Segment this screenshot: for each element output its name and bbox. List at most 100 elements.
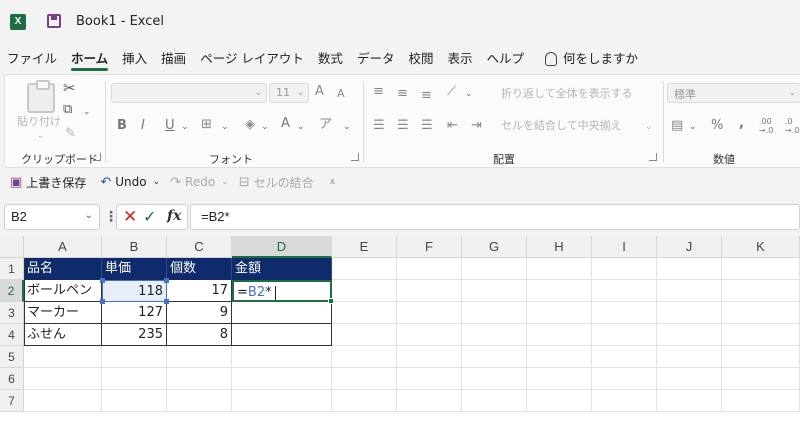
tab-review[interactable]: 校閲 [401, 47, 440, 71]
cell-f3[interactable] [397, 302, 462, 324]
cell-c1[interactable]: 個数 [167, 258, 232, 280]
cell-c4[interactable]: 8 [167, 324, 232, 346]
cell-e1[interactable] [332, 258, 397, 280]
tab-formulas[interactable]: 数式 [311, 47, 350, 71]
cell-b1[interactable]: 単価 [102, 258, 167, 280]
cell-e6[interactable] [332, 368, 397, 390]
row-header-2[interactable]: 2 [0, 280, 24, 302]
increase-indent-icon[interactable]: ⇥ [471, 119, 482, 133]
cell-g6[interactable] [462, 368, 527, 390]
column-header-f[interactable]: F [397, 236, 462, 258]
percent-button[interactable]: % [711, 119, 723, 133]
phonetic-dropdown-icon[interactable]: ⌄ [343, 120, 351, 134]
tab-page-layout[interactable]: ページ レイアウト [193, 47, 311, 71]
cell-d5[interactable] [232, 346, 332, 368]
paste-label[interactable]: 貼り付け [17, 115, 61, 129]
undo-button[interactable]: ↶ Undo ⌄ [100, 175, 160, 190]
font-color-button[interactable]: A [281, 117, 290, 131]
customize-qat-icon[interactable]: ⩡ [330, 177, 336, 188]
copy-icon[interactable]: ⧉ [63, 103, 72, 117]
cell-g1[interactable] [462, 258, 527, 280]
align-right-icon[interactable]: ☰ [421, 119, 433, 133]
cell-i6[interactable] [592, 368, 657, 390]
merge-cells-button[interactable]: ⊟ セルの結合 [239, 174, 314, 191]
cell-h1[interactable] [527, 258, 592, 280]
wrap-text-button[interactable]: 折り返して全体を表示する [501, 87, 633, 101]
cell-e2[interactable] [332, 280, 397, 302]
row-header-7[interactable]: 7 [0, 390, 24, 412]
cell-j5[interactable] [657, 346, 722, 368]
cell-g3[interactable] [462, 302, 527, 324]
cell-h6[interactable] [527, 368, 592, 390]
font-name-dropdown[interactable]: ⌄ [111, 83, 267, 103]
shrink-font-icon[interactable]: A [337, 87, 345, 101]
cell-f4[interactable] [397, 324, 462, 346]
cell-k1[interactable] [722, 258, 800, 280]
undo-dropdown-icon[interactable]: ⌄ [153, 177, 161, 187]
align-bottom-icon[interactable]: ≡ [421, 89, 432, 103]
tab-insert[interactable]: 挿入 [115, 47, 154, 71]
cancel-icon[interactable]: ✕ [123, 207, 137, 227]
save-icon[interactable] [47, 14, 61, 28]
cell-g2[interactable] [462, 280, 527, 302]
fill-color-icon[interactable]: ◈ [245, 118, 255, 132]
column-header-g[interactable]: G [462, 236, 527, 258]
number-format-dropdown[interactable]: 標準 ⌄ [667, 83, 800, 103]
cell-j3[interactable] [657, 302, 722, 324]
row-header-1[interactable]: 1 [0, 258, 24, 280]
column-header-c[interactable]: C [167, 236, 232, 258]
tab-help[interactable]: ヘルプ [479, 47, 531, 71]
decrease-indent-icon[interactable]: ⇤ [447, 119, 458, 133]
cut-icon[interactable]: ✂ [63, 81, 76, 96]
cell-i2[interactable] [592, 280, 657, 302]
worksheet-grid[interactable]: A B C D E F G H I J K 1 2 3 4 5 6 7 品名 単… [0, 236, 800, 421]
tab-view[interactable]: 表示 [440, 47, 479, 71]
column-header-i[interactable]: I [592, 236, 657, 258]
cell-i4[interactable] [592, 324, 657, 346]
align-top-icon[interactable]: ≡ [373, 85, 384, 99]
cell-e5[interactable] [332, 346, 397, 368]
decrease-decimal-button[interactable]: .0 →.00 [785, 117, 800, 135]
cell-h7[interactable] [527, 390, 592, 412]
copy-dropdown-icon[interactable]: ⌄ [83, 105, 91, 119]
cell-k4[interactable] [722, 324, 800, 346]
cell-k5[interactable] [722, 346, 800, 368]
font-size-dropdown[interactable]: 11 ⌄ [269, 83, 309, 103]
cell-k3[interactable] [722, 302, 800, 324]
cell-g4[interactable] [462, 324, 527, 346]
cell-a6[interactable] [24, 368, 102, 390]
borders-dropdown-icon[interactable]: ⌄ [221, 120, 229, 134]
cell-b6[interactable] [102, 368, 167, 390]
underline-button[interactable]: U [165, 119, 175, 133]
merge-center-button[interactable]: セルを結合して中央揃え [501, 119, 622, 133]
phonetic-icon[interactable]: ア [319, 118, 332, 132]
cell-c5[interactable] [167, 346, 232, 368]
accounting-format-icon[interactable]: ▤ [671, 119, 683, 133]
tab-home[interactable]: ホーム [64, 47, 115, 71]
save-button[interactable]: ▣ 上書き保存 [10, 174, 86, 191]
cell-d1[interactable]: 金額 [232, 258, 332, 280]
column-header-k[interactable]: K [722, 236, 800, 258]
font-launcher-icon[interactable] [351, 153, 359, 161]
ref-handle[interactable] [164, 299, 169, 304]
cell-a4[interactable]: ふせん [24, 324, 102, 346]
column-header-d[interactable]: D [232, 236, 332, 258]
cell-g7[interactable] [462, 390, 527, 412]
cell-f1[interactable] [397, 258, 462, 280]
cell-f2[interactable] [397, 280, 462, 302]
cell-f6[interactable] [397, 368, 462, 390]
redo-dropdown-icon[interactable]: ⌄ [221, 177, 229, 187]
cell-j6[interactable] [657, 368, 722, 390]
fill-dropdown-icon[interactable]: ⌄ [261, 120, 269, 134]
clipboard-launcher-icon[interactable] [93, 153, 101, 161]
cell-a7[interactable] [24, 390, 102, 412]
cell-a3[interactable]: マーカー [24, 302, 102, 324]
cell-h4[interactable] [527, 324, 592, 346]
cell-k2[interactable] [722, 280, 800, 302]
cell-b2[interactable]: 118 [102, 280, 167, 302]
cell-e7[interactable] [332, 390, 397, 412]
select-all-corner[interactable] [0, 236, 24, 258]
cell-h2[interactable] [527, 280, 592, 302]
fill-handle[interactable] [328, 298, 334, 304]
format-painter-icon[interactable]: ✎ [65, 127, 76, 141]
